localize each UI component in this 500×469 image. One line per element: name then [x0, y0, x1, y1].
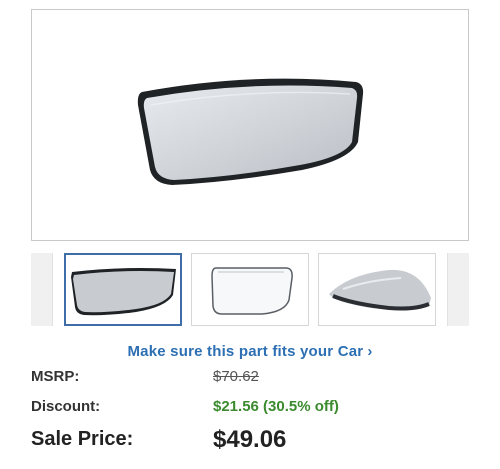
discount-label: Discount:	[31, 398, 101, 415]
msrp-label: MSRP:	[31, 368, 80, 385]
thumbnail-3[interactable]	[318, 253, 436, 326]
thumbnail-1[interactable]	[64, 253, 182, 326]
msrp-value: $70.62	[213, 368, 259, 385]
thumbnail-prev-partial[interactable]	[31, 253, 53, 326]
thumbnail-strip	[31, 253, 469, 326]
sale-price-value: $49.06	[213, 426, 287, 453]
sale-price-label: Sale Price:	[31, 428, 134, 450]
mirror-glass-outline-photo	[211, 267, 293, 315]
mirror-glass-angle-photo	[329, 269, 431, 311]
main-product-image[interactable]	[31, 9, 469, 241]
mirror-glass-main-photo	[137, 78, 364, 185]
chevron-right-icon: ›	[367, 343, 373, 360]
mirror-glass-front-photo	[71, 268, 176, 316]
thumbnail-2[interactable]	[191, 253, 309, 326]
thumbnail-next-partial[interactable]	[447, 253, 469, 326]
discount-value: $21.56 (30.5% off)	[213, 398, 339, 415]
fitment-check-link[interactable]: Make sure this part fits your Car ›	[0, 343, 500, 360]
product-page: Make sure this part fits your Car › MSRP:…	[0, 0, 500, 469]
fitment-link-label: Make sure this part fits your Car	[127, 343, 364, 360]
